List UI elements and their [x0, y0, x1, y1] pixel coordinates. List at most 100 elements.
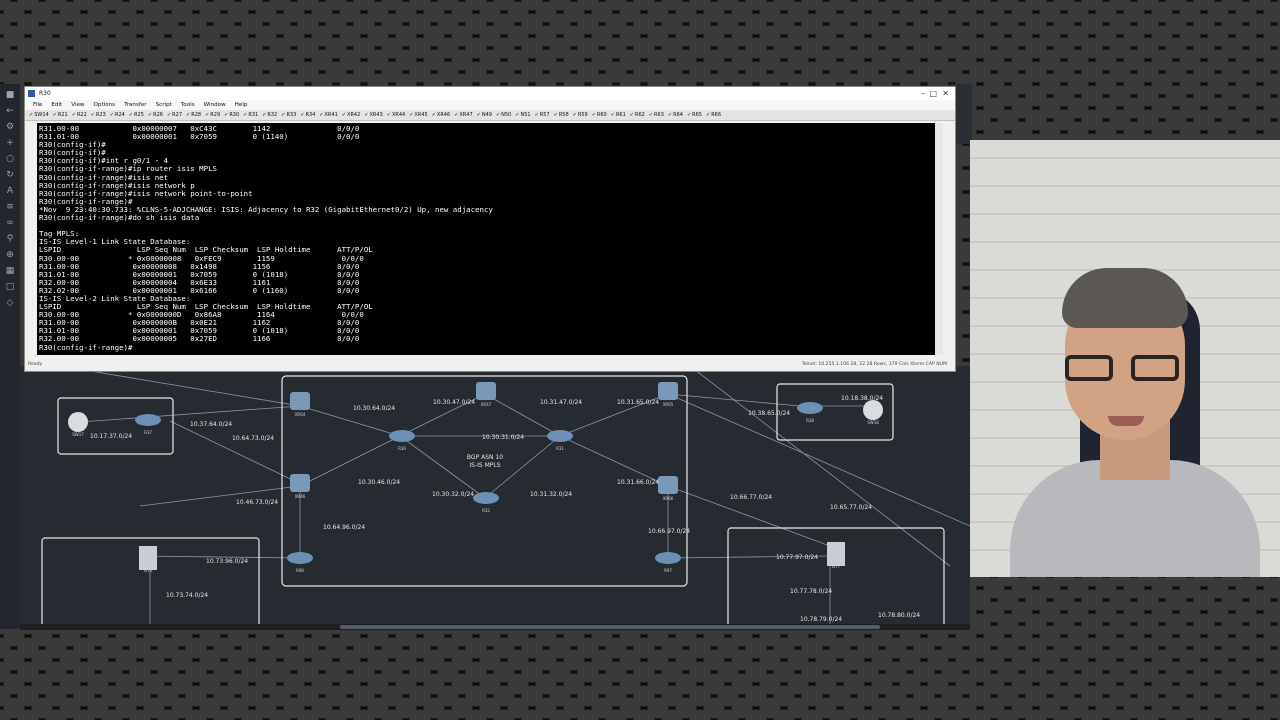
node-r96[interactable]: R96 — [287, 552, 313, 573]
session-tab-xr45[interactable]: ✔XR45 — [409, 110, 427, 120]
session-tab-r33[interactable]: ✔R33 — [281, 110, 296, 120]
node-sw17[interactable]: SW17 — [68, 412, 88, 437]
node-xr65[interactable]: XR65 — [658, 382, 678, 407]
session-tab-xr43[interactable]: ✔XR43 — [364, 110, 382, 120]
terminal-scrollbar[interactable] — [935, 123, 943, 355]
node-label: XR65 — [663, 402, 674, 407]
node-r30[interactable]: R30 — [389, 430, 415, 451]
refresh-icon[interactable]: ↻ — [4, 170, 16, 180]
node-label: SW17 — [72, 432, 84, 437]
menu-item-tools[interactable]: Tools — [181, 102, 195, 108]
connected-check-icon: ✔ — [454, 112, 459, 118]
text-icon[interactable]: A — [4, 186, 16, 196]
session-tab-r25[interactable]: ✔R25 — [129, 110, 144, 120]
session-tab-xr44[interactable]: ✔XR44 — [387, 110, 405, 120]
minimize-button[interactable]: – — [921, 87, 925, 100]
search-icon[interactable]: ⚲ — [4, 234, 16, 244]
session-tab-r29[interactable]: ✔R29 — [205, 110, 220, 120]
list-icon[interactable]: ≡ — [4, 202, 16, 212]
menu-item-file[interactable]: File — [33, 102, 42, 108]
add-icon[interactable]: + — [4, 138, 16, 148]
session-tab-r28[interactable]: ✔R28 — [186, 110, 201, 120]
connected-check-icon: ✔ — [591, 112, 596, 118]
grid-icon[interactable]: ▦ — [4, 266, 16, 276]
area-label: BGP ASN 10 — [467, 454, 503, 461]
node-r38[interactable]: R38 — [797, 402, 823, 423]
node-xr66[interactable]: XR66 — [658, 476, 678, 501]
topology-links — [59, 366, 970, 624]
session-tab-xr47[interactable]: ✔XR47 — [454, 110, 472, 120]
node-n77[interactable]: N77 — [827, 542, 845, 569]
menu-item-view[interactable]: View — [71, 102, 84, 108]
menu-item-edit[interactable]: Edit — [51, 102, 62, 108]
settings-icon[interactable]: ⚙ — [4, 122, 16, 132]
link-icon[interactable]: ∞ — [4, 218, 16, 228]
maximize-button[interactable]: □ — [929, 87, 937, 100]
session-tab-r64[interactable]: ✔R64 — [668, 110, 683, 120]
session-tab-n49[interactable]: ✔N49 — [477, 110, 492, 120]
session-tab-r22[interactable]: ✔R22 — [72, 110, 87, 120]
topology-canvas[interactable]: SW17 R37 XR64 R30 XR47 R31 XR65 XR46 R32 XR66 R96 R… — [20, 366, 970, 624]
session-tab-r61[interactable]: ✔R61 — [611, 110, 626, 120]
node-xr66-icon — [658, 476, 678, 494]
session-tab-r60[interactable]: ✔R60 — [592, 110, 607, 120]
session-tab-xr42[interactable]: ✔XR42 — [342, 110, 360, 120]
node-xr47[interactable]: XR47 — [476, 382, 496, 407]
menu-item-transfer[interactable]: Transfer — [124, 102, 147, 108]
menu-item-script[interactable]: Script — [156, 102, 172, 108]
subnet-label: 10.17.37.0/24 — [90, 433, 132, 440]
session-tab-n51[interactable]: ✔N51 — [515, 110, 530, 120]
session-tab-r21[interactable]: ✔R21 — [53, 110, 68, 120]
session-tab-r31[interactable]: ✔R31 — [243, 110, 258, 120]
terminal-window[interactable]: R30 – □ ✕ File Edit View Options Transfer Scr… — [24, 86, 956, 372]
close-button[interactable]: ✕ — [942, 87, 949, 100]
node-label: R31 — [556, 446, 564, 451]
window-titlebar[interactable]: R30 – □ ✕ — [25, 87, 955, 100]
node-xr46[interactable]: XR46 — [290, 474, 310, 499]
session-tab-r30[interactable]: ✔R30 — [224, 110, 239, 120]
session-tab-r27[interactable]: ✔R27 — [167, 110, 182, 120]
connected-check-icon: ✔ — [386, 112, 391, 118]
connected-check-icon: ✔ — [667, 112, 673, 118]
session-tab-n50[interactable]: ✔N50 — [496, 110, 511, 120]
subnet-label: 10.46.73.0/24 — [236, 499, 278, 506]
node-n73[interactable]: N73 — [139, 546, 157, 573]
chat-icon[interactable]: □ — [4, 282, 16, 292]
scrollbar-thumb[interactable] — [340, 625, 880, 629]
session-tab-r65[interactable]: ✔R65 — [687, 110, 702, 120]
session-tab-r59[interactable]: ✔R59 — [573, 110, 588, 120]
session-tab-r32[interactable]: ✔R32 — [262, 110, 277, 120]
session-tab-r62[interactable]: ✔R62 — [630, 110, 645, 120]
session-tab-r63[interactable]: ✔R63 — [649, 110, 664, 120]
tag-icon[interactable]: ◇ — [4, 298, 16, 308]
back-icon[interactable]: ← — [4, 106, 16, 116]
node-label: R97 — [664, 568, 672, 573]
topology-diagram[interactable]: SW17 R37 XR64 R30 XR47 R31 XR65 XR46 R32 XR66 R96 R… — [20, 366, 970, 624]
connected-check-icon: ✔ — [29, 112, 34, 118]
menu-item-options[interactable]: Options — [94, 102, 116, 108]
session-tab-r24[interactable]: ✔R24 — [110, 110, 125, 120]
session-tab-r34[interactable]: ✔R34 — [300, 110, 315, 120]
node-r32[interactable]: R32 — [473, 492, 499, 513]
session-tab-xr41[interactable]: ✔XR41 — [319, 110, 337, 120]
node-sw18[interactable]: SW18 — [863, 400, 883, 425]
session-tab-r58[interactable]: ✔R58 — [554, 110, 569, 120]
session-tab-xr46[interactable]: ✔XR46 — [432, 110, 450, 120]
subnet-label: 10.78.80.0/24 — [878, 612, 920, 619]
session-tab-r57[interactable]: ✔R57 — [535, 110, 550, 120]
session-tab-r66[interactable]: ✔R66 — [706, 110, 721, 120]
menu-item-window[interactable]: Window — [204, 102, 226, 108]
node-label: R30 — [398, 446, 406, 451]
terminal-output[interactable]: R31.00-00 0x00000007 0xC43C 1142 0/0/0 R… — [37, 123, 943, 355]
session-tab-r26[interactable]: ✔R26 — [148, 110, 163, 120]
topology-horizontal-scrollbar[interactable] — [20, 624, 970, 630]
menu-item-help[interactable]: Help — [235, 102, 248, 108]
session-tab-r23[interactable]: ✔R23 — [91, 110, 106, 120]
node-r37[interactable]: R37 — [135, 414, 161, 435]
node-xr64[interactable]: XR64 — [290, 392, 310, 417]
node-r97[interactable]: R97 — [655, 552, 681, 573]
session-tab-sw14[interactable]: ✔SW14 — [29, 110, 49, 120]
node-label: R96 — [296, 568, 304, 573]
zoom-icon[interactable]: ⊕ — [4, 250, 16, 260]
lock-icon[interactable]: ○ — [4, 154, 16, 164]
